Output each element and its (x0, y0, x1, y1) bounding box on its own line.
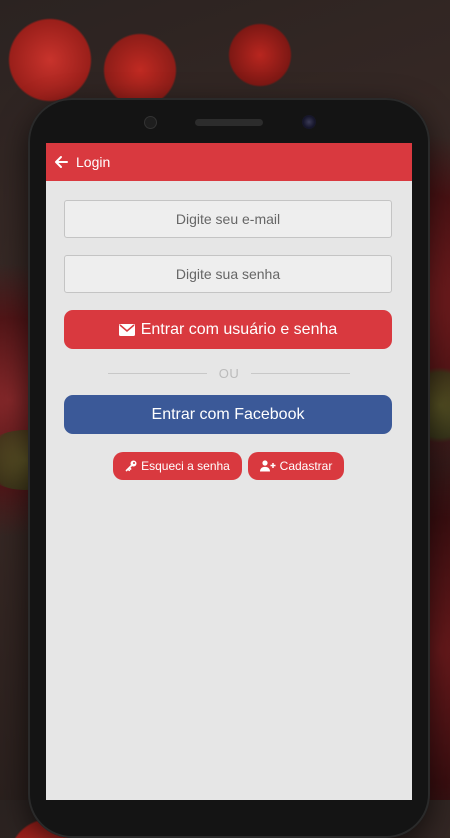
register-button[interactable]: Cadastrar (248, 452, 344, 480)
divider-line (108, 372, 207, 374)
login-button-label: Entrar com usuário e senha (140, 320, 338, 338)
email-field[interactable] (64, 200, 392, 238)
forgot-password-button[interactable]: Esqueci a senha (113, 452, 242, 480)
key-icon (125, 460, 137, 472)
phone-speaker (195, 119, 263, 126)
divider-text: OU (218, 365, 240, 381)
user-plus-icon (259, 460, 276, 472)
envelope-icon (118, 323, 135, 336)
facebook-login-button[interactable]: Entrar com Facebook (64, 395, 392, 434)
forgot-password-label: Esqueci a senha (141, 459, 230, 473)
back-arrow-icon[interactable] (54, 154, 70, 170)
app-bar: Login (46, 143, 412, 181)
divider-line (251, 372, 350, 374)
front-sensor (145, 117, 156, 128)
page-title: Login (76, 154, 111, 170)
app-screen: Login Entrar com usuário e senha OU Entr… (46, 143, 412, 800)
front-camera (302, 115, 316, 129)
or-divider: OU (108, 365, 350, 381)
password-field[interactable] (64, 255, 392, 293)
login-button[interactable]: Entrar com usuário e senha (64, 310, 392, 349)
register-label: Cadastrar (279, 459, 333, 473)
facebook-button-label: Entrar com Facebook (151, 405, 305, 423)
